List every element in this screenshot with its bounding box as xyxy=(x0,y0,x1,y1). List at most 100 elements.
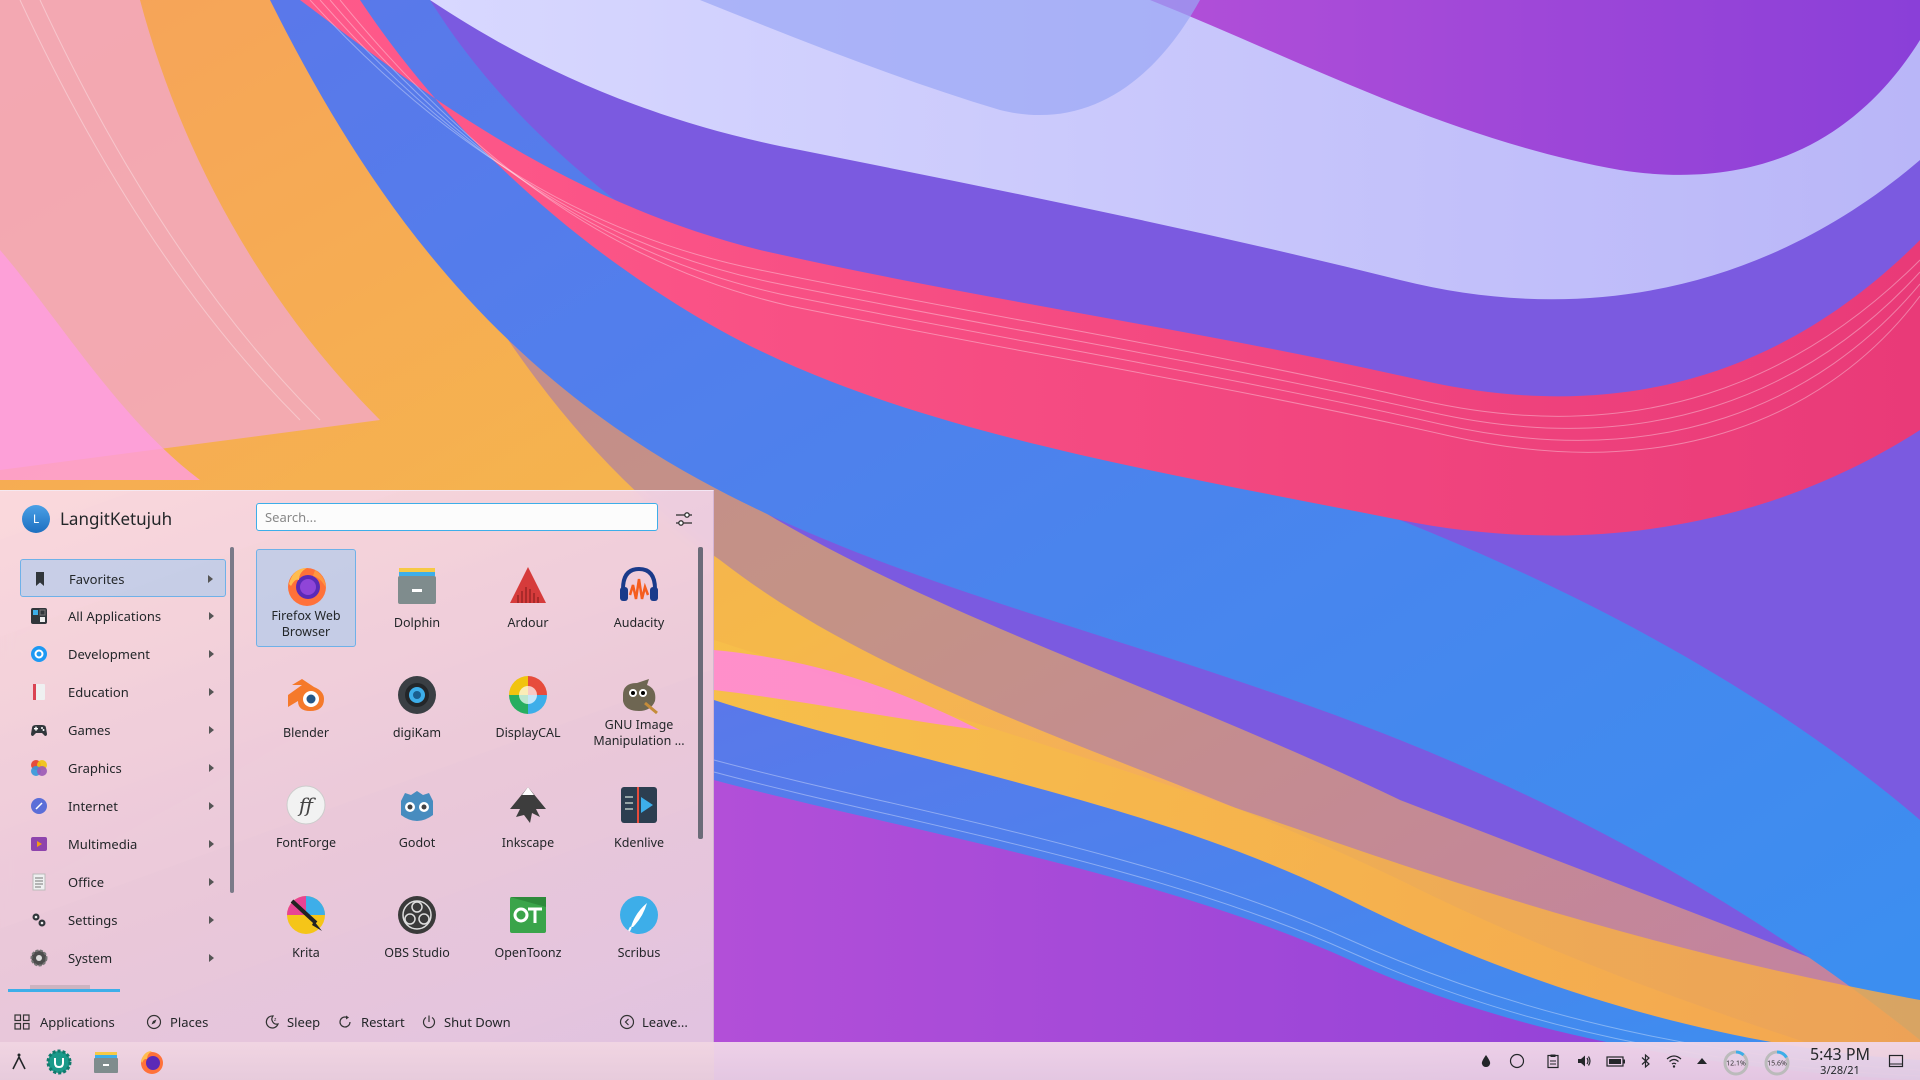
app-name: Audacity xyxy=(613,614,665,631)
book-icon xyxy=(33,684,45,700)
category-scrollbar[interactable] xyxy=(230,547,234,893)
app-audacity[interactable]: Audacity xyxy=(589,549,689,647)
cpu-load-meter[interactable]: 12.1% xyxy=(1722,1049,1750,1077)
app-gimp[interactable]: GNU Image Manipulation ... xyxy=(589,659,689,757)
chevron-right-icon xyxy=(209,878,214,886)
app-name: Scribus xyxy=(617,944,661,961)
leave-icon xyxy=(619,1014,635,1030)
chevron-right-icon xyxy=(209,840,214,848)
cpu-load-value: 12.1% xyxy=(1726,1060,1746,1069)
category-label: Office xyxy=(68,873,105,891)
app-dolphin[interactable]: Dolphin xyxy=(367,549,467,647)
app-fontforge[interactable]: ff FontForge xyxy=(256,769,356,867)
app-obs[interactable]: OBS Studio xyxy=(367,879,467,977)
category-development[interactable]: Development xyxy=(20,635,226,673)
app-name: Inkscape xyxy=(501,834,555,851)
power-icon xyxy=(422,1015,436,1029)
leave-button[interactable]: Leave... xyxy=(619,1001,699,1043)
app-opentoonz[interactable]: OpenToonz xyxy=(478,879,578,977)
bluetooth-icon[interactable] xyxy=(1638,1053,1654,1069)
category-system[interactable]: System xyxy=(20,939,226,977)
app-digikam[interactable]: digiKam xyxy=(367,659,467,757)
clock-date: 3/28/21 xyxy=(1820,1063,1860,1078)
displaycal-icon xyxy=(509,676,547,714)
app-name: Firefox Web Browser xyxy=(271,607,341,640)
app-inkscape[interactable]: Inkscape xyxy=(478,769,578,867)
applications-tab[interactable]: Applications xyxy=(14,1001,115,1043)
chevron-right-icon xyxy=(209,688,214,696)
chevron-right-icon xyxy=(209,612,214,620)
grid-apps-icon xyxy=(14,1014,30,1030)
godot-icon xyxy=(401,791,433,821)
app-scribus[interactable]: Scribus xyxy=(589,879,689,977)
chevron-right-icon xyxy=(208,575,213,583)
places-tab-label: Places xyxy=(170,1013,209,1031)
palette-icon xyxy=(31,760,47,776)
app-displaycal[interactable]: DisplayCAL xyxy=(478,659,578,757)
firefox-task-icon[interactable] xyxy=(139,1049,165,1075)
shutdown-button[interactable]: Shut Down xyxy=(421,1001,511,1043)
category-favorites[interactable]: Favorites xyxy=(20,559,226,597)
compass-icon xyxy=(146,1014,162,1030)
category-games[interactable]: Games xyxy=(20,711,226,749)
file-manager-task-icon[interactable] xyxy=(93,1049,119,1075)
film-icon xyxy=(31,837,47,851)
leave-label: Leave... xyxy=(642,1013,688,1031)
category-label: Settings xyxy=(68,911,118,929)
battery-icon[interactable] xyxy=(1606,1053,1626,1069)
app-krita[interactable]: Krita xyxy=(256,879,356,977)
show-desktop-icon[interactable] xyxy=(1888,1053,1904,1069)
category-all-applications[interactable]: All Applications xyxy=(20,597,226,635)
category-label: Development xyxy=(68,645,150,663)
restart-button[interactable]: Restart xyxy=(337,1001,407,1043)
category-multimedia[interactable]: Multimedia xyxy=(20,825,226,863)
app-ardour[interactable]: Ardour xyxy=(478,549,578,647)
category-office[interactable]: Office xyxy=(20,863,226,901)
system-gear-icon xyxy=(30,949,48,967)
app-godot[interactable]: Godot xyxy=(367,769,467,867)
wifi-icon[interactable] xyxy=(1666,1053,1682,1069)
configure-icon[interactable] xyxy=(670,505,698,533)
search-input[interactable] xyxy=(256,503,658,531)
category-label: Education xyxy=(68,683,129,701)
settings-icon xyxy=(32,913,46,927)
application-launcher: L LangitKetujuh Favorites All Applicatio… xyxy=(0,490,714,1042)
digital-clock[interactable]: 5:43 PM 3/28/21 xyxy=(1800,1044,1880,1078)
memory-usage-meter[interactable]: 15.6% xyxy=(1763,1049,1791,1077)
chevron-right-icon xyxy=(209,802,214,810)
system-settings-task-icon[interactable] xyxy=(46,1049,72,1075)
sleep-label: Sleep xyxy=(287,1013,321,1031)
chevron-right-icon xyxy=(209,650,214,658)
sleep-icon: z xyxy=(265,1015,279,1029)
sleep-button[interactable]: z Sleep xyxy=(264,1001,324,1043)
category-graphics[interactable]: Graphics xyxy=(20,749,226,787)
circle-status-icon[interactable] xyxy=(1509,1053,1525,1069)
volume-icon[interactable] xyxy=(1576,1053,1592,1069)
launcher-menu-icon[interactable] xyxy=(6,1049,32,1075)
apps-scrollbar[interactable] xyxy=(698,547,703,839)
gear-blue-icon xyxy=(31,646,47,662)
category-list: Favorites All Applications Development E… xyxy=(20,559,226,977)
category-settings[interactable]: Settings xyxy=(20,901,226,939)
clipboard-icon[interactable] xyxy=(1545,1053,1561,1069)
applications-tab-label: Applications xyxy=(40,1013,115,1031)
app-firefox[interactable]: Firefox Web Browser xyxy=(256,549,356,647)
tray-expand-icon[interactable] xyxy=(1694,1053,1710,1069)
gimp-icon xyxy=(623,679,658,715)
memory-usage-value: 15.6% xyxy=(1767,1060,1787,1069)
category-label: Graphics xyxy=(68,759,122,777)
kdenlive-icon xyxy=(621,787,657,823)
category-internet[interactable]: Internet xyxy=(20,787,226,825)
category-education[interactable]: Education xyxy=(20,673,226,711)
app-kdenlive[interactable]: Kdenlive xyxy=(589,769,689,867)
applications-tab-indicator xyxy=(8,989,120,992)
app-name: DisplayCAL xyxy=(495,724,561,741)
digikam-icon xyxy=(398,676,436,714)
avatar[interactable]: L xyxy=(22,505,50,533)
app-blender[interactable]: Blender xyxy=(256,659,356,757)
water-drop-icon[interactable] xyxy=(1478,1053,1494,1069)
restart-icon xyxy=(339,1015,351,1028)
globe-icon xyxy=(31,798,47,814)
app-name: Kdenlive xyxy=(613,834,665,851)
places-tab[interactable]: Places xyxy=(146,1001,216,1043)
